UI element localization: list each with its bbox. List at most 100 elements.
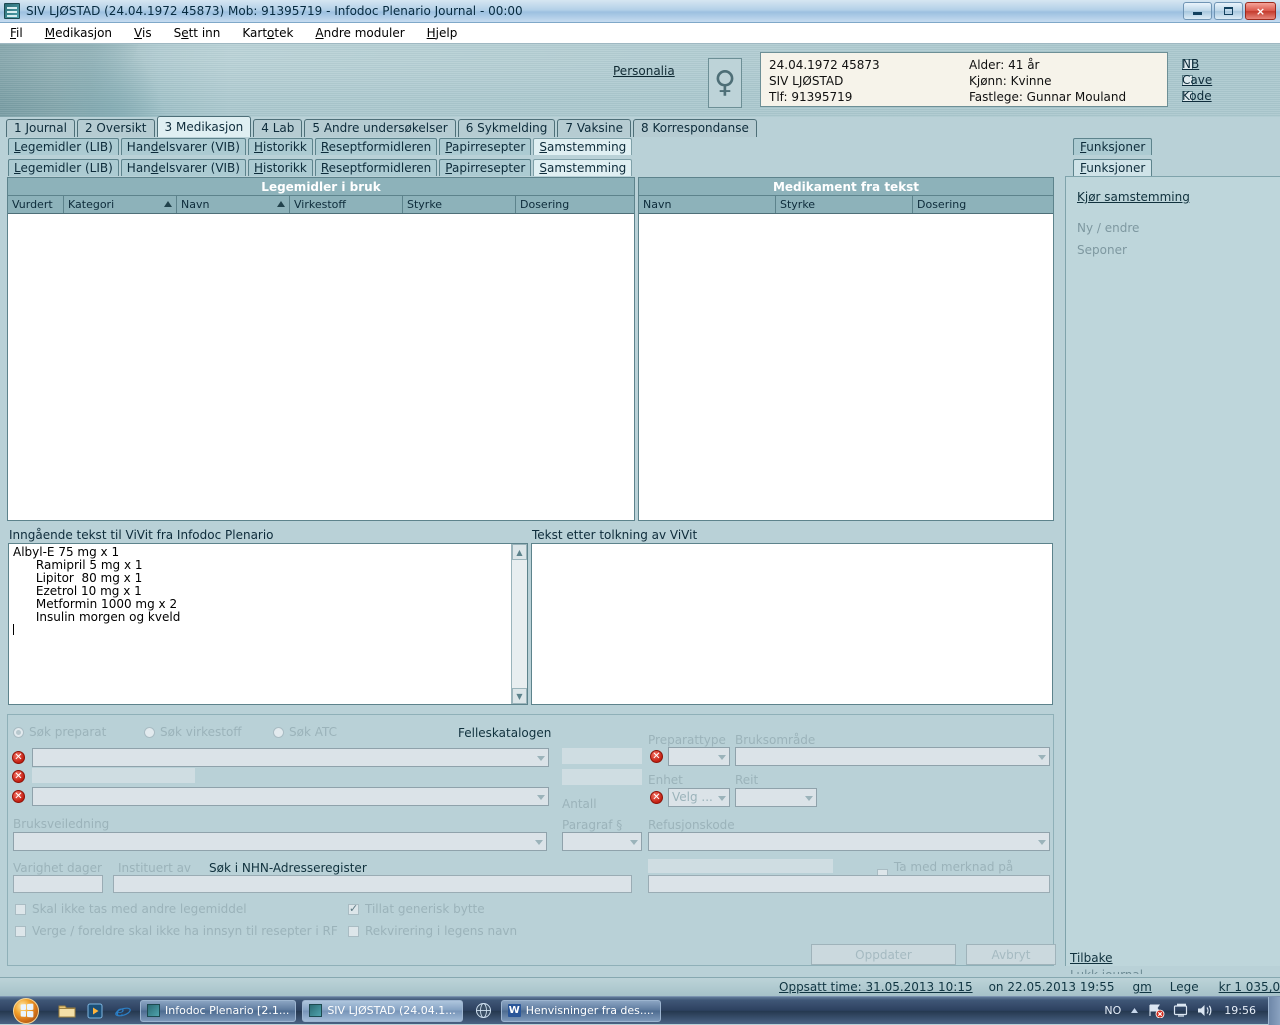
verge-foreldre-checkbox[interactable] — [15, 925, 26, 937]
tray-clock[interactable]: 19:56 — [1224, 1004, 1256, 1017]
scroll-down-icon[interactable]: ▼ — [512, 688, 527, 704]
personalia-link[interactable]: Personalia — [613, 64, 675, 78]
bruksomrade-combo[interactable] — [735, 747, 1050, 766]
subtab-papirresepter[interactable]: Papirresepter — [439, 159, 532, 176]
preparattype-combo[interactable] — [668, 747, 730, 766]
antall-input[interactable] — [562, 769, 642, 785]
tab-vaksine[interactable]: 7 Vaksine — [557, 119, 631, 137]
col-navn-2[interactable]: Navn — [639, 196, 776, 213]
menu-item-medikasjon[interactable]: Medikasjon — [45, 26, 112, 40]
subtab-samstemming-upper[interactable]: Samstemming — [533, 138, 633, 155]
menu-item-fil[interactable]: Fil — [10, 26, 23, 40]
interpreted-text-area[interactable] — [531, 543, 1053, 705]
subtab-papirresepter-upper[interactable]: Papirresepter — [439, 138, 532, 155]
col-virkestoff[interactable]: Virkestoff — [290, 196, 403, 213]
tillat-generisk-bytte-checkbox[interactable] — [348, 902, 359, 915]
radio-sok-atc[interactable]: Søk ATC — [273, 725, 337, 739]
nhn-search-link[interactable]: Søk i NHN-Adresseregister — [209, 861, 367, 875]
enhet-combo[interactable]: Velg ... — [668, 788, 730, 807]
status-appointment[interactable]: Oppsatt time: 31.05.2013 10:15 — [779, 980, 973, 994]
start-button[interactable] — [2, 997, 50, 1025]
tab-sykmelding[interactable]: 6 Sykmelding — [457, 119, 556, 137]
ny-endre-item[interactable]: Ny / endre — [1077, 221, 1139, 235]
funksjoner-tab-upper[interactable]: Funksjoner — [1073, 138, 1153, 155]
col-styrke-2[interactable]: Styrke — [776, 196, 913, 213]
checkbox-verge-foreldre[interactable]: Verge / foreldre skal ikke ha innsyn til… — [15, 924, 338, 938]
seponer-item[interactable]: Seponer — [1077, 243, 1127, 257]
subtab-historikk-upper[interactable]: Historikk — [247, 138, 313, 155]
incoming-text-scrollbar[interactable]: ▲ ▼ — [511, 544, 527, 704]
incoming-text-area[interactable]: Albyl-E 75 mg x 1 Ramipril 5 mg x 1 Lipi… — [8, 543, 528, 705]
tray-language[interactable]: NO — [1104, 1004, 1121, 1017]
skal-ikke-tas-med-checkbox[interactable] — [15, 903, 26, 915]
subtab-reseptformidleren-upper[interactable]: Reseptformidleren — [314, 138, 438, 155]
checkbox-rekvirering-legens-navn[interactable]: Rekvirering i legens navn — [348, 924, 517, 938]
checkbox-skal-ikke-tas-med[interactable]: Skal ikke tas med andre legemiddel — [15, 902, 247, 916]
instituert-av-input[interactable] — [113, 875, 632, 893]
subtab-reseptformidleren[interactable]: Reseptformidleren — [314, 159, 438, 176]
tilbake-link[interactable]: Tilbake — [1070, 951, 1113, 965]
tab-lab[interactable]: 4 Lab — [253, 119, 303, 137]
bruksveiledning-combo[interactable] — [13, 832, 547, 851]
subtab-samstemming[interactable]: Samstemming — [533, 159, 633, 176]
maximize-button[interactable] — [1214, 2, 1243, 20]
rekvirering-legens-navn-checkbox[interactable] — [348, 925, 359, 937]
radio-atc-icon[interactable] — [273, 726, 284, 738]
flag-nb[interactable]: NB — [1182, 56, 1272, 72]
tab-korrespondanse[interactable]: 8 Korrespondanse — [633, 119, 757, 137]
table-left-body[interactable] — [8, 214, 634, 520]
start-orb-icon[interactable] — [13, 997, 39, 1024]
flag-kode[interactable]: Kode — [1182, 88, 1272, 104]
avbryt-button[interactable]: Avbryt — [966, 944, 1056, 965]
taskbar-window-word[interactable]: W Henvisninger fra des.... — [500, 999, 661, 1022]
explorer-icon[interactable] — [56, 1000, 78, 1022]
tab-oversikt[interactable]: 2 Oversikt — [76, 119, 155, 137]
kjor-samstemming-link[interactable]: Kjør samstemming — [1077, 190, 1190, 204]
display-icon[interactable] — [1173, 1003, 1189, 1018]
merknad-input[interactable] — [648, 859, 833, 873]
chevron-up-icon[interactable] — [1129, 1006, 1140, 1015]
menu-item-andre-moduler[interactable]: Andre moduler — [315, 26, 404, 40]
reit-combo[interactable] — [735, 788, 817, 807]
tab-andre-undersokelser[interactable]: 5 Andre undersøkelser — [304, 119, 456, 137]
felleskatalogen-label[interactable]: Felleskatalogen — [458, 726, 551, 740]
subtab-legemidler-lib[interactable]: Legemidler (LIB) — [8, 159, 119, 176]
col-navn[interactable]: Navn — [177, 196, 290, 213]
taskbar-window-infodoc[interactable]: Infodoc Plenario [2.1... — [140, 999, 297, 1022]
incoming-text-content[interactable]: Albyl-E 75 mg x 1 Ramipril 5 mg x 1 Lipi… — [9, 544, 511, 704]
subtab-handelsvarer-vib[interactable]: Handelsvarer (VIB) — [120, 159, 246, 176]
flag-cave[interactable]: Cave — [1182, 72, 1272, 88]
scroll-up-icon[interactable]: ▲ — [512, 544, 527, 560]
varighet-dager-input[interactable] — [13, 875, 103, 893]
col-vurdert[interactable]: Vurdert — [8, 196, 64, 213]
radio-virkestoff-icon[interactable] — [144, 726, 155, 738]
taskbar-window-patient[interactable]: SIV LJØSTAD (24.04.1... — [302, 999, 463, 1022]
checkbox-tillat-generisk-bytte[interactable]: Tillat generisk bytte — [348, 902, 485, 916]
col-styrke[interactable]: Styrke — [403, 196, 516, 213]
table-right-body[interactable] — [639, 214, 1053, 520]
col-kategori[interactable]: Kategori — [64, 196, 177, 213]
radio-sok-preparat[interactable]: Søk preparat — [13, 725, 106, 739]
col-dosering-2[interactable]: Dosering — [913, 196, 1053, 213]
clipped-link[interactable]: Lukk journal — [1070, 968, 1143, 974]
subtab-handelsvarer-vib-upper[interactable]: Handelsvarer (VIB) — [120, 138, 246, 155]
funksjoner-tab[interactable]: Funksjoner — [1073, 159, 1153, 176]
radio-sok-virkestoff[interactable]: Søk virkestoff — [144, 725, 242, 739]
subtab-historikk[interactable]: Historikk — [247, 159, 313, 176]
volume-icon[interactable] — [1197, 1003, 1214, 1018]
status-amount[interactable]: kr 1 035,00 — [1219, 980, 1280, 994]
radio-preparat-icon[interactable] — [13, 726, 24, 738]
col-dosering[interactable]: Dosering — [516, 196, 634, 213]
minimize-button[interactable] — [1183, 2, 1212, 20]
globe-icon[interactable] — [473, 1000, 495, 1022]
menu-item-hjelp[interactable]: Hjelp — [427, 26, 458, 40]
subtab-legemidler-lib-upper[interactable]: Legemidler (LIB) — [8, 138, 119, 155]
preparat-combo[interactable] — [32, 748, 549, 767]
show-desktop-button[interactable] — [1268, 996, 1280, 1025]
menu-item-kartotek[interactable]: Kartotek — [242, 26, 293, 40]
third-combo[interactable] — [32, 787, 549, 806]
close-button[interactable]: × — [1245, 2, 1276, 20]
tab-medikasjon[interactable]: 3 Medikasjon — [156, 116, 252, 137]
refusjon-extra-input[interactable] — [648, 875, 1050, 893]
network-error-icon[interactable] — [1148, 1003, 1165, 1018]
